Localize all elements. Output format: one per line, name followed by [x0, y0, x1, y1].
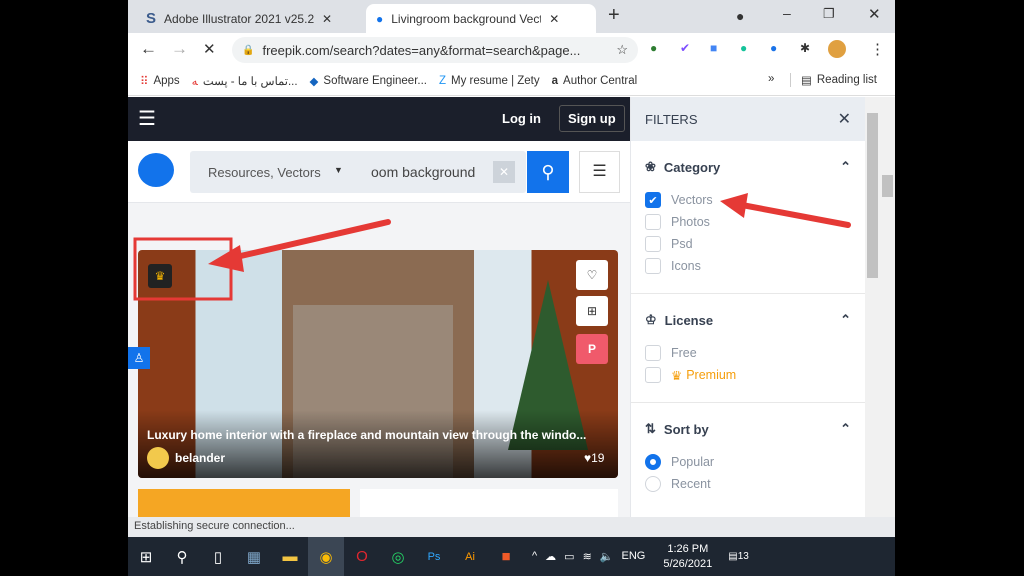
annotation-arrow-2: [739, 202, 851, 228]
annotation-box: [133, 237, 233, 301]
annotation-arrowhead-2: [720, 193, 748, 218]
annotation-arrowhead-1: [208, 245, 244, 272]
annotation-overlay: [133, 193, 851, 301]
annotation-arrow-1: [229, 219, 391, 261]
